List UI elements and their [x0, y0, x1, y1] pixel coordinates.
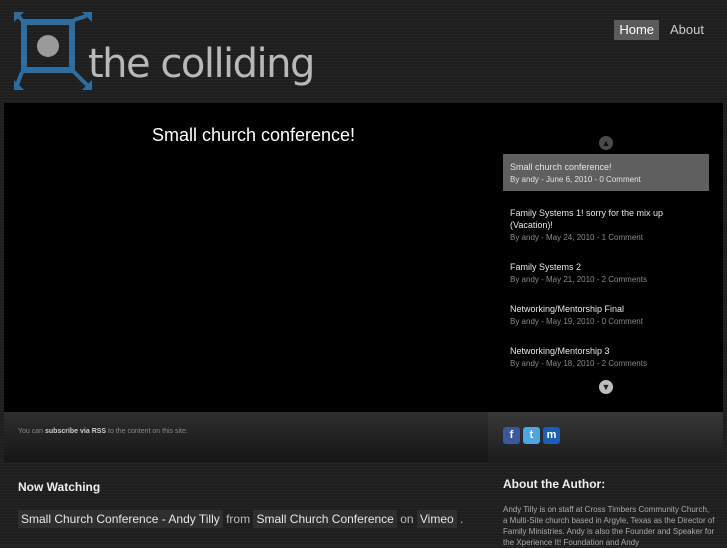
nav-home[interactable]: Home — [614, 20, 660, 40]
author-bio: Andy Tilly is on staff at Cross Timbers … — [503, 505, 715, 547]
post-meta: By andy - May 21, 2010 - 2 Comments — [510, 275, 647, 284]
list-item[interactable]: Networking/Mentorship 3 By andy - May 18… — [503, 338, 709, 375]
channel-link[interactable]: Small Church Conference — [253, 510, 397, 528]
end-text: . — [460, 512, 464, 526]
featured-post-title[interactable]: Small church conference! — [4, 125, 503, 146]
post-title[interactable]: Family Systems 1! sorry for the mix up (… — [510, 207, 702, 231]
post-title[interactable]: Family Systems 2 — [510, 261, 702, 273]
site-header: the colliding Home About — [0, 0, 727, 102]
nav-about[interactable]: About — [665, 20, 709, 40]
list-item[interactable]: Small church conference! By andy - June … — [503, 154, 709, 191]
scroll-up-icon[interactable]: ▲ — [599, 136, 613, 150]
social-links: f t m — [488, 412, 723, 462]
site-logo-text[interactable]: the colliding — [88, 40, 315, 88]
post-meta: By andy - May 18, 2010 - 2 Comments — [510, 359, 647, 368]
from-text: from — [226, 512, 251, 526]
rss-notice: You can subscribe via RSS to the content… — [18, 428, 188, 435]
vimeo-link[interactable]: Vimeo — [416, 510, 457, 528]
post-title[interactable]: Networking/Mentorship 3 — [510, 345, 702, 357]
featured-post-area: Small church conference! ▲ Small church … — [4, 103, 723, 412]
now-watching-heading: Now Watching — [18, 480, 101, 494]
rss-suffix: to the content on this site. — [108, 428, 188, 435]
twitter-icon[interactable]: t — [523, 427, 540, 444]
post-title[interactable]: Small church conference! — [510, 161, 702, 173]
footer-bar: You can subscribe via RSS to the content… — [4, 412, 723, 462]
video-title-link[interactable]: Small Church Conference - Andy Tilly — [18, 510, 223, 528]
list-item[interactable]: Networking/Mentorship Final By andy - Ma… — [503, 296, 709, 333]
rss-area: You can subscribe via RSS to the content… — [4, 412, 488, 462]
post-meta: By andy - June 6, 2010 - 0 Comment — [510, 175, 641, 184]
author-heading: About the Author: — [503, 477, 606, 491]
post-meta: By andy - May 24, 2010 - 1 Comment — [510, 233, 643, 242]
recent-posts-list: ▲ Small church conference! By andy - Jun… — [503, 133, 709, 403]
rss-link[interactable]: subscribe via RSS — [45, 428, 106, 435]
list-item[interactable]: Family Systems 2 By andy - May 21, 2010 … — [503, 254, 709, 291]
facebook-icon[interactable]: f — [503, 427, 520, 444]
on-text: on — [400, 512, 414, 526]
list-item[interactable]: Family Systems 1! sorry for the mix up (… — [503, 200, 709, 249]
myspace-icon[interactable]: m — [543, 427, 560, 444]
video-credit: Small Church Conference - Andy Tilly fro… — [18, 510, 464, 528]
main-nav: Home About — [614, 20, 709, 40]
scroll-down-icon[interactable]: ▼ — [599, 380, 613, 394]
post-title[interactable]: Networking/Mentorship Final — [510, 303, 702, 315]
post-meta: By andy - May 19, 2010 - 0 Comment — [510, 317, 643, 326]
rss-prefix: You can — [18, 428, 44, 435]
